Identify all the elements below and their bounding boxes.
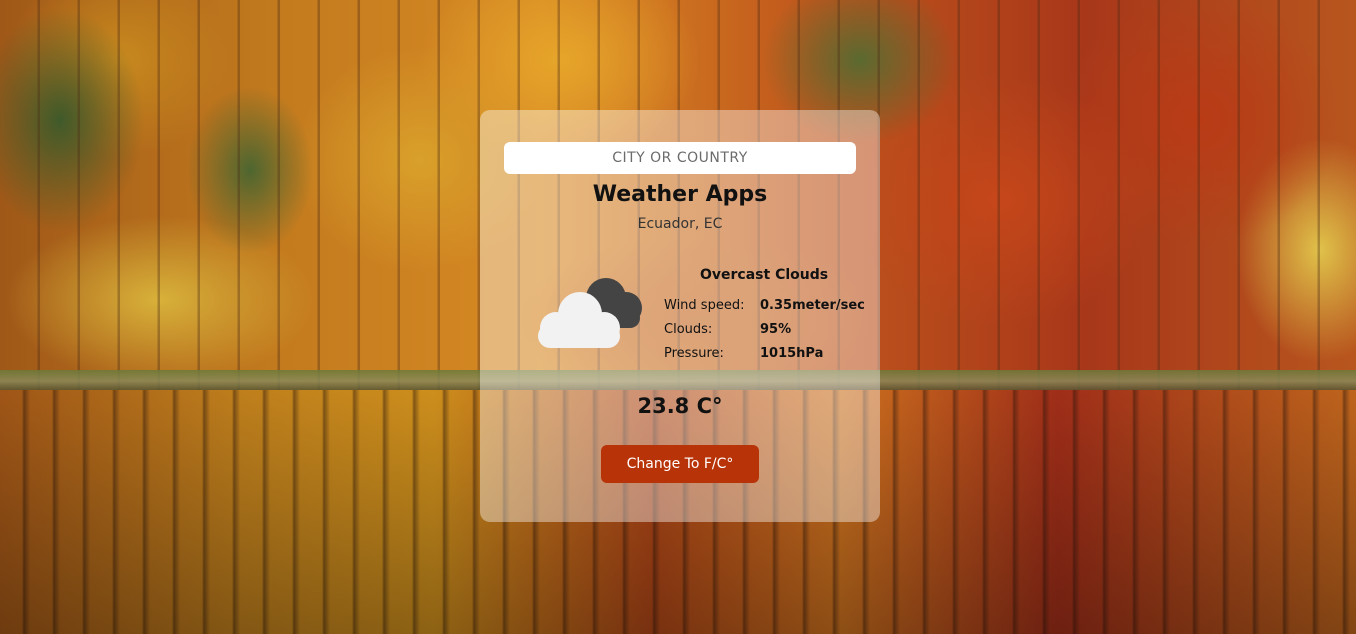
weather-description: Overcast Clouds: [700, 267, 829, 283]
toggle-unit-button[interactable]: Change To F/C°: [601, 445, 759, 483]
weather-card: Weather Apps Ecuador, EC Overcast Clouds…: [480, 110, 880, 522]
overcast-clouds-icon: [526, 276, 646, 356]
clouds-value: 95%: [760, 322, 792, 337]
wind-speed-row: Wind speed: 0.35meter/sec: [664, 298, 865, 322]
clouds-label: Clouds:: [664, 322, 713, 337]
location-label: Ecuador, EC: [637, 216, 723, 232]
weather-details: Wind speed: 0.35meter/sec Clouds: 95% Pr…: [664, 298, 865, 370]
pressure-row: Pressure: 1015hPa: [664, 346, 865, 370]
wind-speed-label: Wind speed:: [664, 298, 745, 313]
app-title: Weather Apps: [592, 182, 768, 207]
pressure-value: 1015hPa: [760, 346, 824, 361]
search-input[interactable]: [504, 142, 856, 174]
pressure-label: Pressure:: [664, 346, 724, 361]
clouds-row: Clouds: 95%: [664, 322, 865, 346]
temperature-value: 23.8 C°: [637, 394, 723, 418]
wind-speed-value: 0.35meter/sec: [760, 298, 865, 313]
